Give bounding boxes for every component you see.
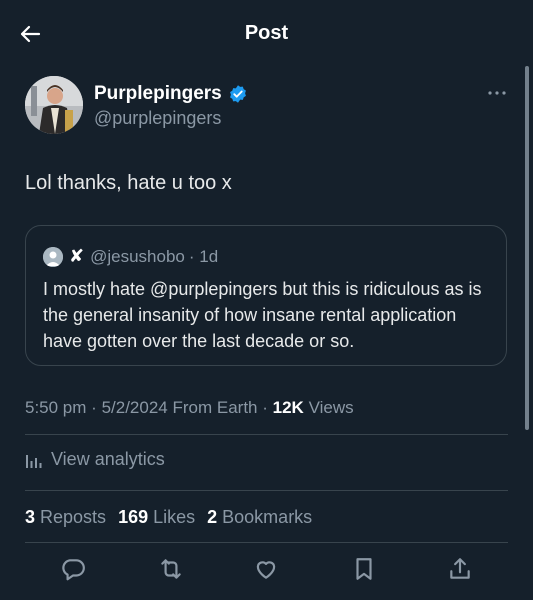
reposts-count: 3 [25, 507, 36, 527]
quoted-age: · 1d [188, 246, 219, 266]
avatar-photo [25, 76, 83, 134]
analytics-icon [26, 454, 42, 468]
bookmarks-count: 2 [207, 507, 218, 527]
quoted-text: I mostly hate @purplepingers but this is… [43, 279, 482, 351]
post-date[interactable]: 5/2/2024 [102, 398, 168, 417]
meta-separator: · [262, 398, 273, 417]
avatar[interactable] [25, 76, 83, 134]
views-count: 12K [272, 398, 304, 417]
reposts-stat[interactable]: 3 Reposts [25, 507, 106, 528]
reposts-label: Reposts [40, 507, 107, 527]
scrollbar[interactable] [525, 66, 529, 430]
quoted-post[interactable]: ✘ @jesushobo · 1d I mostly hate @purplep… [25, 225, 507, 366]
author-handle[interactable]: @purplepingers [94, 108, 221, 129]
bookmarks-label: Bookmarks [222, 507, 313, 527]
page-title: Post [244, 22, 289, 44]
divider [25, 434, 508, 435]
view-analytics-button[interactable]: View analytics [25, 449, 165, 470]
repost-icon[interactable] [158, 556, 184, 582]
post-text: Lol thanks, hate u too x [25, 172, 232, 194]
meta-separator: · [91, 398, 102, 417]
bookmark-icon[interactable] [351, 556, 377, 582]
divider [25, 542, 508, 543]
author-name[interactable]: Purplepingers [94, 83, 222, 105]
heart-icon[interactable] [253, 556, 279, 582]
verified-badge-icon [229, 85, 246, 103]
quoted-avatar [43, 246, 63, 267]
author-name-row: Purplepingers [94, 83, 248, 105]
default-avatar-icon [43, 246, 63, 267]
x-mark-icon: ✘ [69, 246, 85, 266]
bookmarks-stat[interactable]: 2 Bookmarks [207, 507, 312, 528]
quoted-handle[interactable]: @jesushobo [90, 247, 185, 267]
top-bar: Post [0, 0, 533, 68]
likes-stat[interactable]: 169 Likes [118, 507, 195, 528]
post-time[interactable]: 5:50 pm [25, 398, 86, 417]
post-meta: 5:50 pm · 5/2/2024 From Earth · 12K View… [25, 398, 354, 418]
likes-label: Likes [153, 507, 196, 527]
engagement-stats: 3 Reposts 169 Likes 2 Bookmarks [25, 507, 312, 528]
quoted-post-header: ✘ @jesushobo · 1d [43, 246, 218, 267]
more-options-icon[interactable] [486, 82, 508, 104]
share-icon[interactable] [447, 556, 473, 582]
views-label: Views [308, 398, 354, 417]
likes-count: 169 [118, 507, 149, 527]
post-source: From Earth [172, 398, 258, 417]
action-bar [0, 556, 533, 586]
view-analytics-label: View analytics [51, 449, 165, 469]
divider [25, 490, 508, 491]
reply-icon[interactable] [60, 556, 86, 582]
